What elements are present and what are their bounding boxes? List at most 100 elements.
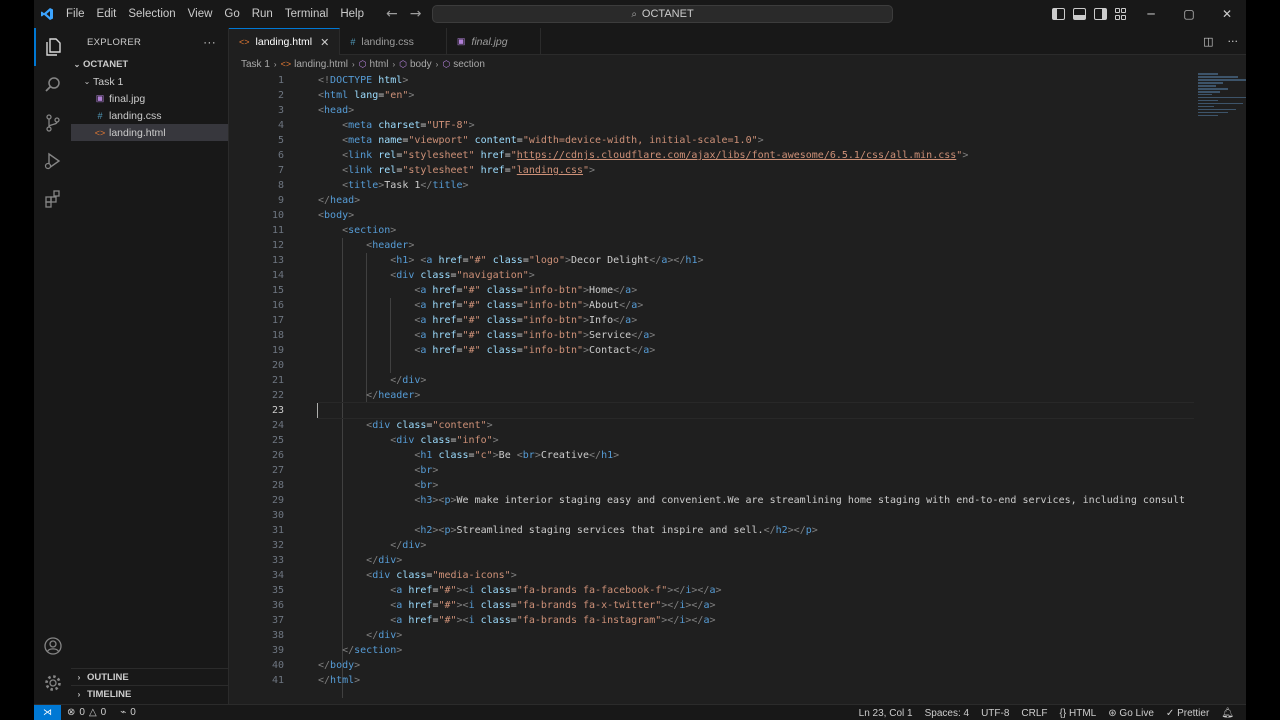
- remote-indicator-icon[interactable]: ⋊: [34, 704, 61, 720]
- menu-selection[interactable]: Selection: [122, 0, 181, 28]
- code-line[interactable]: <a href="#" class="info-btn">Home</a>: [318, 283, 1194, 298]
- line-ending[interactable]: CRLF: [1021, 708, 1047, 719]
- code-line[interactable]: </section>: [318, 643, 1194, 658]
- timeline-section[interactable]: › TIMELINE: [71, 685, 229, 702]
- code-line[interactable]: <a href="#" class="info-btn">About</a>: [318, 298, 1194, 313]
- language-mode[interactable]: {} HTML: [1060, 708, 1097, 719]
- code-line[interactable]: </header>: [318, 388, 1194, 403]
- prettier-button[interactable]: ✓ Prettier: [1166, 708, 1209, 719]
- breadcrumb-item[interactable]: body: [410, 59, 432, 70]
- menu-help[interactable]: Help: [334, 0, 370, 28]
- code-line[interactable]: <meta charset="UTF-8">: [318, 118, 1194, 133]
- close-window-button[interactable]: ✕: [1208, 0, 1246, 28]
- code-line[interactable]: <div class="navigation">: [318, 268, 1194, 283]
- code-line[interactable]: </div>: [318, 538, 1194, 553]
- maximize-button[interactable]: ▢: [1170, 0, 1208, 28]
- workspace-root[interactable]: ⌄ OCTANET: [71, 56, 228, 73]
- toggle-primary-sidebar-icon[interactable]: [1052, 8, 1065, 20]
- minimize-button[interactable]: ─: [1132, 0, 1170, 28]
- go-live-button[interactable]: ⊛ Go Live: [1108, 708, 1154, 719]
- code-line[interactable]: <h1 class="c">Be <br>Creative</h1>: [318, 448, 1194, 463]
- run-debug-icon[interactable]: [34, 142, 71, 180]
- menu-edit[interactable]: Edit: [91, 0, 123, 28]
- code-line[interactable]: </head>: [318, 193, 1194, 208]
- file-item[interactable]: ▣ final.jpg: [71, 90, 228, 107]
- menu-go[interactable]: Go: [218, 0, 245, 28]
- code-line[interactable]: <br>: [318, 478, 1194, 493]
- code-line[interactable]: <link rel="stylesheet" href="https://cdn…: [318, 148, 1194, 163]
- breadcrumb-item[interactable]: Task 1: [241, 59, 270, 70]
- menu-terminal[interactable]: Terminal: [279, 0, 334, 28]
- code-line[interactable]: <!DOCTYPE html>: [318, 73, 1194, 88]
- accounts-icon[interactable]: [34, 627, 71, 665]
- code-line[interactable]: <a href="#" class="info-btn">Service</a>: [318, 328, 1194, 343]
- cursor-position[interactable]: Ln 23, Col 1: [859, 708, 913, 719]
- notifications-bell-icon[interactable]: 🔔︎: [1221, 708, 1234, 719]
- code-line[interactable]: <link rel="stylesheet" href="landing.css…: [318, 163, 1194, 178]
- more-actions-icon[interactable]: ···: [1228, 35, 1239, 48]
- code-line[interactable]: [318, 508, 1194, 523]
- code-line[interactable]: [318, 358, 1194, 373]
- back-arrow-icon[interactable]: ←: [386, 6, 398, 22]
- tab-final-jpg[interactable]: ▣ final.jpg: [447, 28, 541, 55]
- code-line[interactable]: <a href="#"><i class="fa-brands fa-insta…: [318, 613, 1194, 628]
- code-line[interactable]: <br>: [318, 463, 1194, 478]
- explorer-icon[interactable]: [34, 28, 71, 66]
- code-line[interactable]: <div class="info">: [318, 433, 1194, 448]
- code-line[interactable]: <header>: [318, 238, 1194, 253]
- code-line[interactable]: <section>: [318, 223, 1194, 238]
- toggle-secondary-sidebar-icon[interactable]: [1094, 8, 1107, 20]
- code-line[interactable]: <a href="#" class="info-btn">Contact</a>: [318, 343, 1194, 358]
- code-line[interactable]: <body>: [318, 208, 1194, 223]
- code-line[interactable]: <a href="#"><i class="fa-brands fa-x-twi…: [318, 598, 1194, 613]
- code-line[interactable]: </div>: [318, 373, 1194, 388]
- ports-indicator[interactable]: ⌁ 0: [120, 707, 136, 718]
- tab-landing-css[interactable]: # landing.css: [340, 28, 447, 55]
- code-line[interactable]: <h3><p>We make interior staging easy and…: [318, 493, 1194, 508]
- settings-gear-icon[interactable]: [34, 664, 71, 702]
- extensions-icon[interactable]: [34, 180, 71, 218]
- code-line[interactable]: </div>: [318, 553, 1194, 568]
- search-icon[interactable]: [34, 66, 71, 104]
- code-line[interactable]: <title>Task 1</title>: [318, 178, 1194, 193]
- more-actions-icon[interactable]: ···: [203, 35, 216, 49]
- outline-section[interactable]: › OUTLINE: [71, 668, 229, 685]
- code-line[interactable]: </div>: [318, 628, 1194, 643]
- breadcrumb-item[interactable]: section: [453, 59, 485, 70]
- code-line[interactable]: <div class="content">: [318, 418, 1194, 433]
- code-editor[interactable]: 1 2 3 4 5 6 7 8 9 10 11 12 13 14 15 16 17 18 19 20 21 22 23 24 2…: [229, 73, 1246, 698]
- code-line[interactable]: <html lang="en">: [318, 88, 1194, 103]
- minimap[interactable]: [1198, 73, 1246, 133]
- tab-landing-html[interactable]: <> landing.html ✕: [229, 28, 341, 55]
- problems-indicator[interactable]: ⊗ 0 △ 0: [67, 707, 106, 718]
- code-line[interactable]: </html>: [318, 673, 1194, 688]
- file-item[interactable]: # landing.css: [71, 107, 228, 124]
- customize-layout-icon[interactable]: [1115, 8, 1128, 20]
- forward-arrow-icon[interactable]: →: [410, 6, 422, 22]
- code-line[interactable]: <a href="#"><i class="fa-brands fa-faceb…: [318, 583, 1194, 598]
- code-line[interactable]: <head>: [318, 103, 1194, 118]
- code-token: class: [420, 270, 451, 281]
- code-line[interactable]: <h1> <a href="#" class="logo">Decor Deli…: [318, 253, 1194, 268]
- encoding[interactable]: UTF-8: [981, 708, 1009, 719]
- close-icon[interactable]: ✕: [320, 36, 329, 49]
- breadcrumb-item[interactable]: landing.html: [294, 59, 348, 70]
- source-control-icon[interactable]: [34, 104, 71, 142]
- code-lines[interactable]: <!DOCTYPE html> <html lang="en"> <head> <m…: [318, 73, 1194, 688]
- command-center-search[interactable]: ⌕ OCTANET: [432, 5, 893, 23]
- code-line[interactable]: <div class="media-icons">: [318, 568, 1194, 583]
- code-line[interactable]: </body>: [318, 658, 1194, 673]
- menu-view[interactable]: View: [182, 0, 219, 28]
- menu-run[interactable]: Run: [246, 0, 279, 28]
- breadcrumb-item[interactable]: html: [370, 59, 389, 70]
- code-line[interactable]: <meta name="viewport" content="width=dev…: [318, 133, 1194, 148]
- toggle-panel-icon[interactable]: [1073, 8, 1086, 20]
- code-line[interactable]: <a href="#" class="info-btn">Info</a>: [318, 313, 1194, 328]
- indentation[interactable]: Spaces: 4: [925, 708, 969, 719]
- folder-task-1[interactable]: ⌄ Task 1: [71, 73, 228, 90]
- code-line[interactable]: [318, 402, 1194, 419]
- file-item[interactable]: <> landing.html: [71, 124, 228, 141]
- code-line[interactable]: <h2><p>Streamlined staging services that…: [318, 523, 1194, 538]
- menu-file[interactable]: File: [60, 0, 91, 28]
- split-editor-icon[interactable]: ◫: [1203, 35, 1213, 48]
